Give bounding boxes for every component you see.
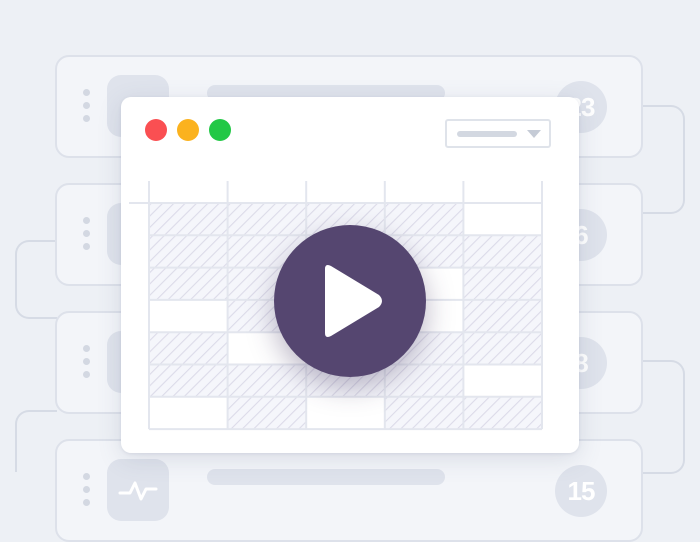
table-cell xyxy=(384,364,464,397)
title-placeholder xyxy=(207,469,445,485)
table-cell xyxy=(227,203,307,236)
activity-icon xyxy=(107,459,169,521)
table-cell xyxy=(149,332,228,365)
play-icon xyxy=(325,265,382,337)
drag-handle-icon xyxy=(83,217,91,256)
table-cell xyxy=(149,267,228,300)
table-cell xyxy=(149,203,228,236)
table-cell xyxy=(463,396,542,430)
connector-line xyxy=(15,410,57,472)
table-cell xyxy=(463,364,542,397)
table-cell xyxy=(384,203,464,236)
table-cell xyxy=(384,396,464,430)
background-card: 15 xyxy=(55,439,643,542)
drag-handle-icon xyxy=(83,345,91,384)
table-cell xyxy=(463,203,542,236)
count-badge: 15 xyxy=(555,465,607,517)
drag-handle-icon xyxy=(83,473,91,512)
connector-line xyxy=(643,105,685,214)
table-cell xyxy=(227,364,307,397)
table-cell xyxy=(463,267,542,300)
table-cell xyxy=(149,235,228,268)
table-cell xyxy=(463,299,542,333)
table-cell xyxy=(149,364,228,397)
play-button[interactable] xyxy=(274,225,426,377)
table-cell xyxy=(463,235,542,268)
table-cell xyxy=(149,299,228,333)
table-cell xyxy=(463,332,542,365)
table-cell xyxy=(227,396,307,430)
drag-handle-icon xyxy=(83,89,91,128)
connector-line xyxy=(15,240,57,319)
table-cell xyxy=(149,396,228,430)
table-cell xyxy=(306,396,385,430)
connector-line xyxy=(643,360,685,474)
